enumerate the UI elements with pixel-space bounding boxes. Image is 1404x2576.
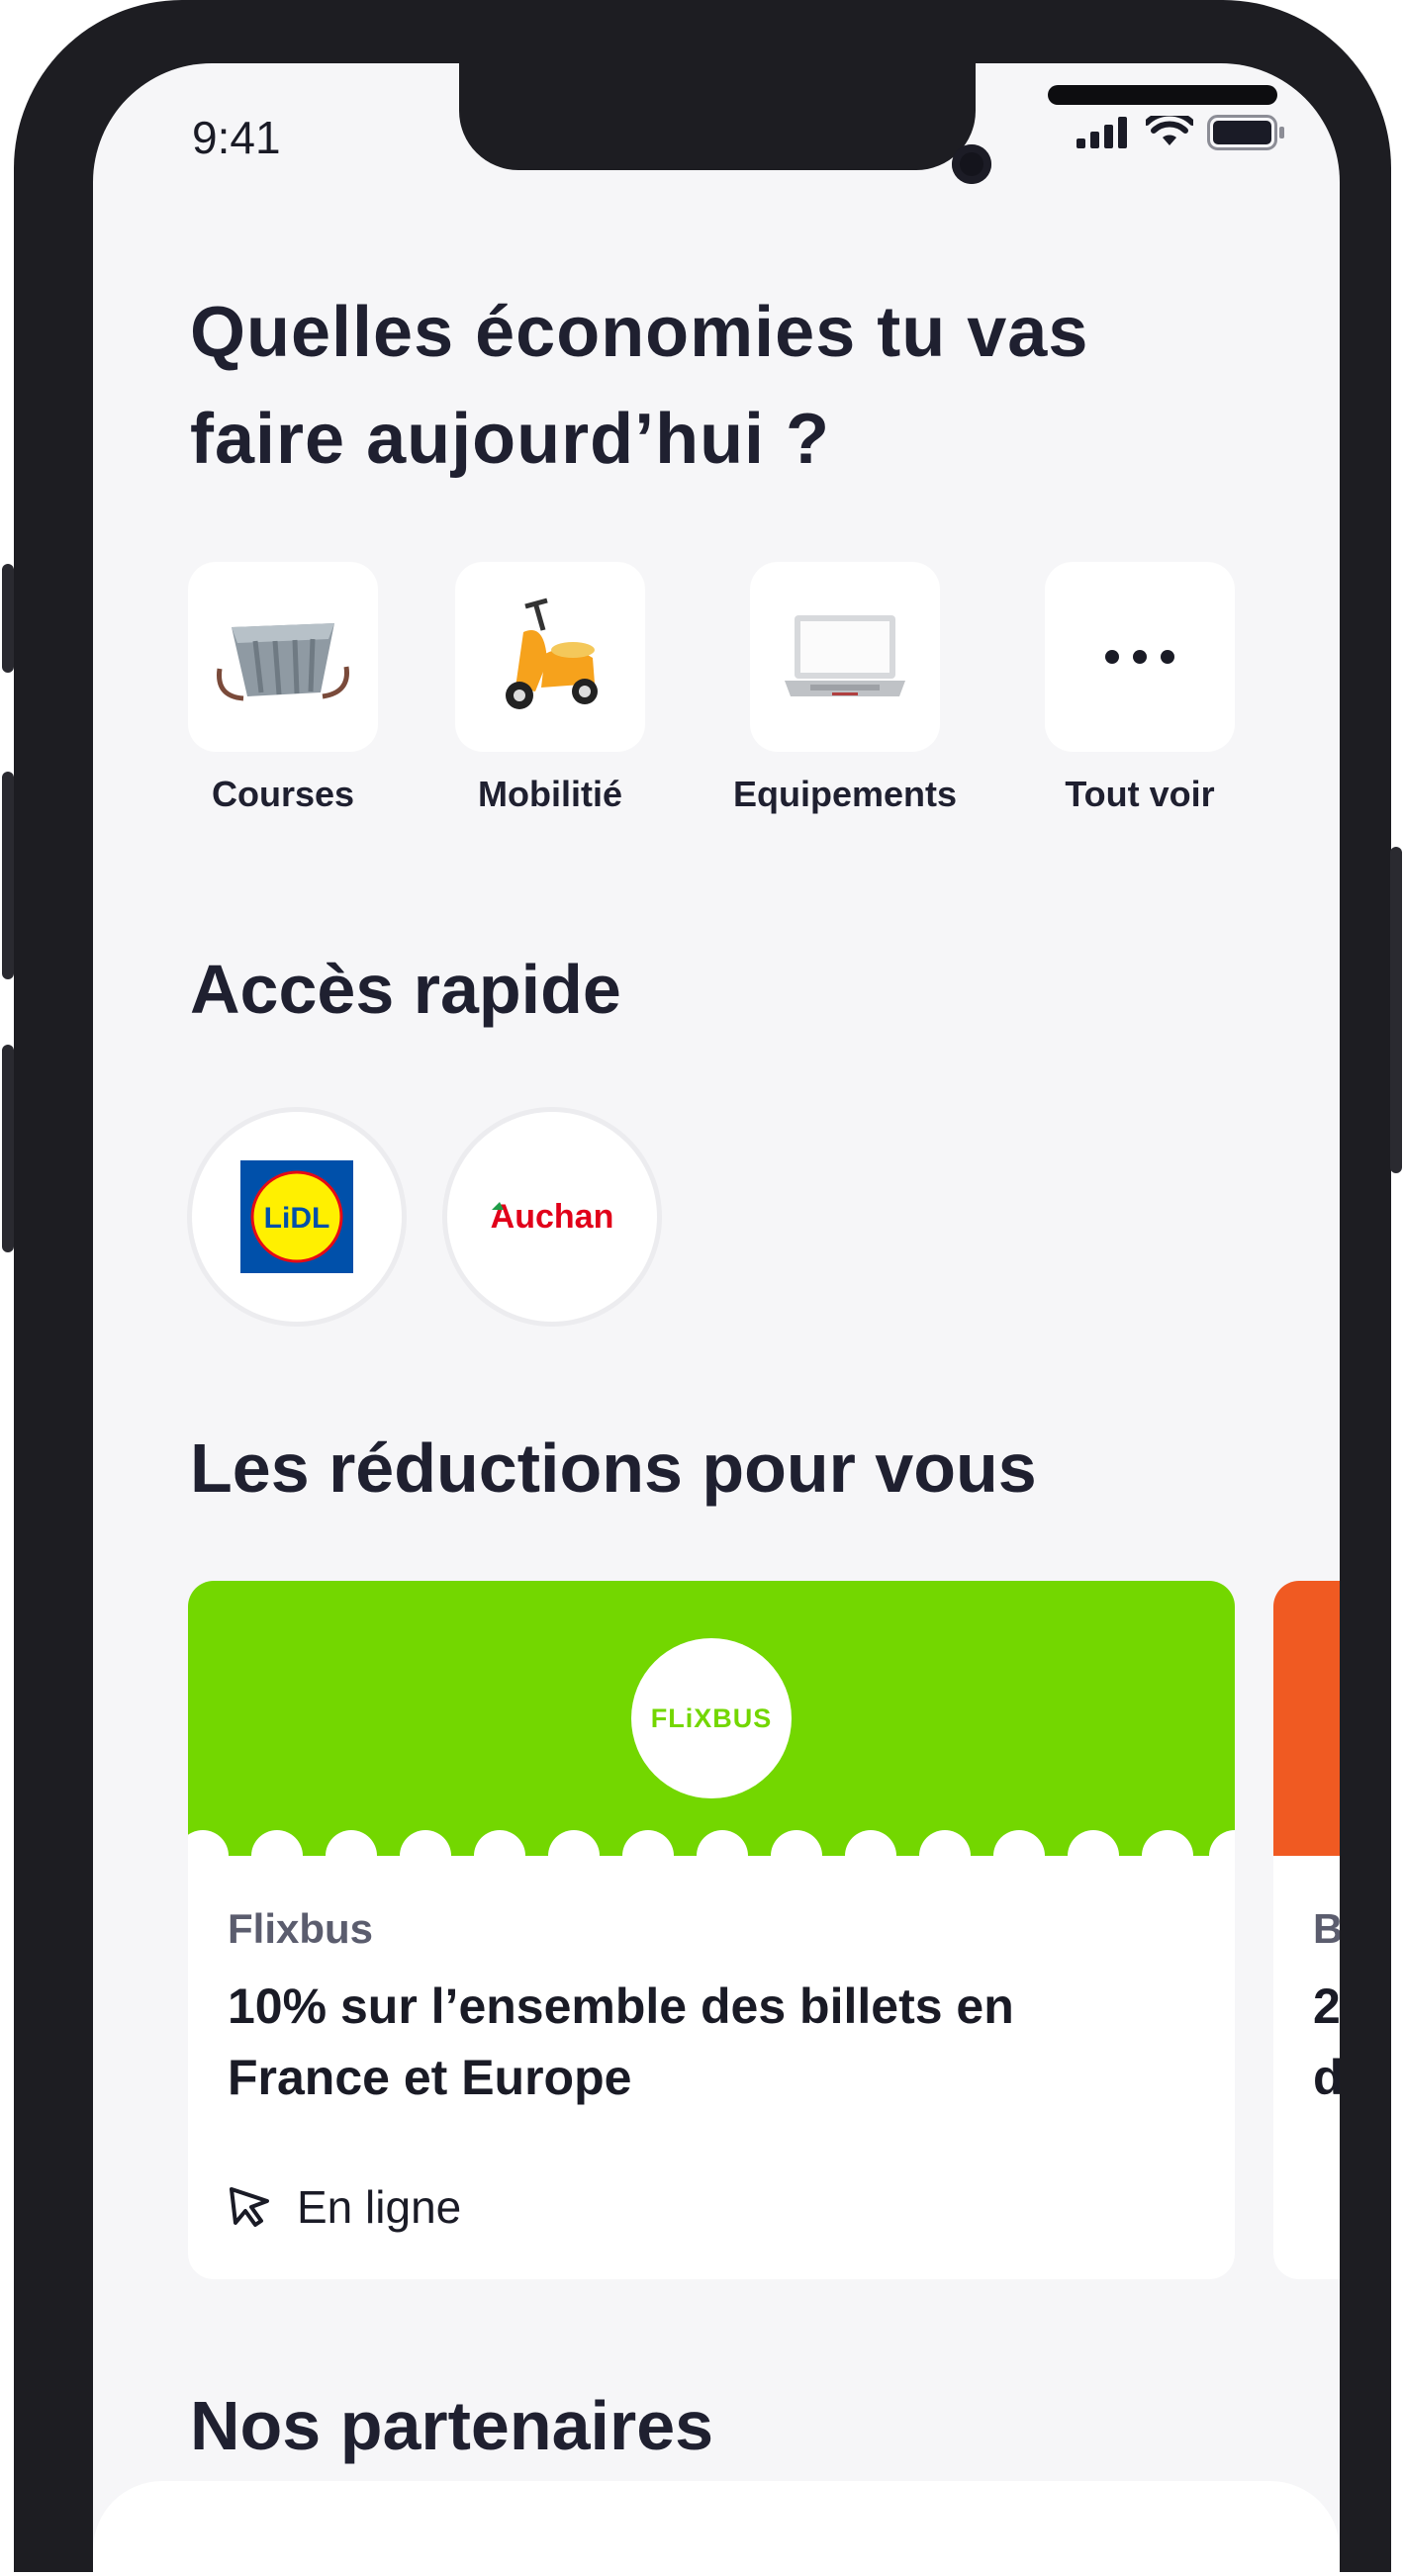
category-tile (455, 562, 645, 752)
offer-channel-label: En ligne (297, 2181, 462, 2233)
mute-switch (2, 564, 14, 673)
reductions-title: Les réductions pour vous (190, 1429, 1037, 1507)
offer-card-flixbus[interactable]: FLiXBUS Flixbus 10% sur l’ensemble des b… (188, 1581, 1235, 2279)
notch (459, 63, 1277, 184)
offer-description: 10% sur l’ensemble des billets en France… (228, 1978, 1014, 2105)
volume-up-button (2, 772, 14, 979)
category-label: Courses (211, 774, 355, 814)
power-button (1390, 847, 1402, 1173)
category-label: Tout voir (1065, 774, 1215, 814)
flixbus-logo: FLiXBUS (631, 1638, 792, 1798)
shopping-basket-icon (217, 623, 349, 701)
wifi-icon (1146, 116, 1193, 145)
offer-description-text: 2 d (1313, 1978, 1340, 2105)
category-tout-voir[interactable]: Tout voir (1045, 562, 1235, 815)
battery-icon (1207, 115, 1284, 150)
page-title: Quelles économies tu vas faire aujourd’h… (190, 293, 1089, 479)
more-dots-icon (1105, 650, 1174, 664)
category-label: Equipements (732, 774, 958, 814)
flixbus-logo-text: FLiXBUS (650, 1702, 773, 1733)
app-screen: 9:41 Quelles économies tu vas faire aujo… (93, 63, 1340, 2576)
signal-icon (1076, 117, 1127, 148)
front-camera (952, 144, 991, 184)
category-tile (750, 562, 940, 752)
offer-description: 2 d (1313, 1971, 1340, 2113)
offer-brand: Flixbus (228, 1905, 374, 1952)
volume-down-button (2, 1045, 14, 1252)
scooter-icon (506, 598, 598, 709)
partners-title: Nos partenaires (190, 2387, 714, 2464)
offer-card-next[interactable]: B 2 d (1273, 1581, 1340, 2279)
cursor-icon (230, 2187, 269, 2227)
category-mobilite[interactable]: Mobilitié (455, 562, 645, 815)
quick-access-lidl[interactable]: LiDL (192, 1112, 402, 1322)
category-tile (188, 562, 378, 752)
scallop-edge (188, 1830, 1235, 1868)
offer-brand: B (1313, 1905, 1340, 1952)
category-tile (1045, 562, 1235, 752)
status-time: 9:41 (192, 112, 281, 163)
svg-text:Auchan: Auchan (491, 1198, 614, 1236)
status-icons (1076, 115, 1286, 150)
category-label: Mobilitié (478, 774, 622, 814)
category-equipements[interactable]: Equipements (733, 562, 957, 815)
svg-text:LiDL: LiDL (264, 1202, 330, 1235)
category-courses[interactable]: Courses (188, 562, 378, 815)
phone-frame: 9:41 Quelles économies tu vas faire aujo… (14, 0, 1391, 2576)
speaker (1048, 85, 1277, 105)
offer-banner (1273, 1581, 1340, 1856)
lidl-logo: LiDL (240, 1160, 353, 1273)
quick-access-title: Accès rapide (190, 951, 621, 1028)
quick-access-auchan[interactable]: Auchan (447, 1112, 657, 1322)
laptop-icon (785, 615, 905, 696)
partners-sheet (93, 2481, 1340, 2576)
auchan-logo: Auchan (491, 1198, 614, 1236)
offer-channel: En ligne (228, 2180, 461, 2234)
